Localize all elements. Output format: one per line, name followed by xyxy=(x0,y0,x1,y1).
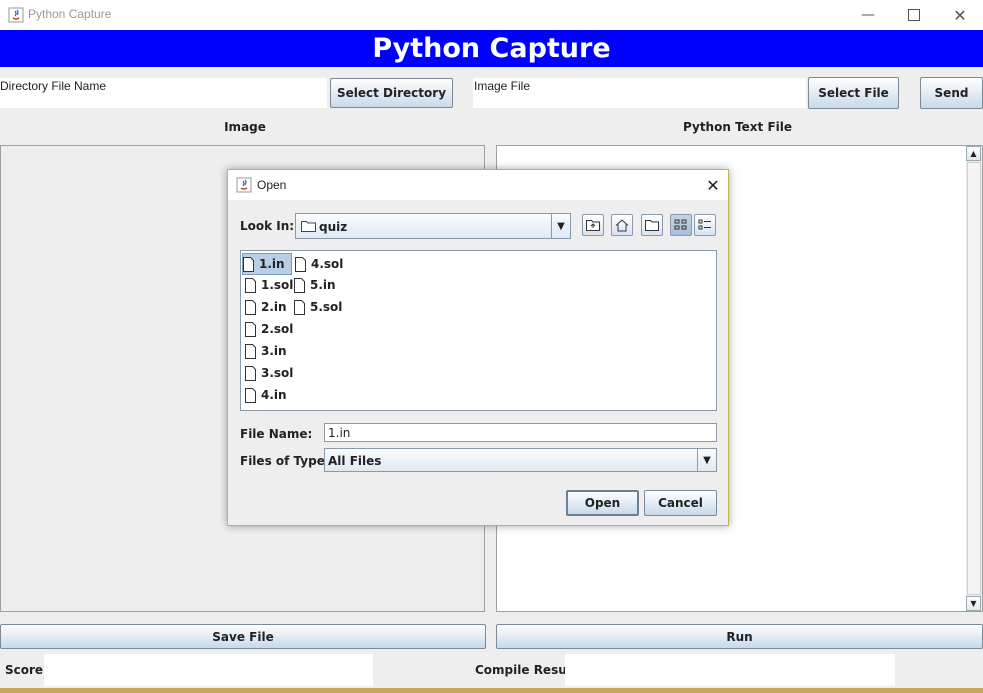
run-button[interactable]: Run xyxy=(496,624,983,649)
folder-icon xyxy=(301,221,316,232)
select-directory-button[interactable]: Select Directory xyxy=(330,78,453,108)
list-item[interactable]: 2.sol xyxy=(242,319,293,339)
file-list[interactable]: 1.in 1.sol 2.in 2.sol 3.in 3.sol 4.in 4.… xyxy=(240,250,717,411)
details-view-button[interactable] xyxy=(694,214,716,236)
file-icon xyxy=(245,343,256,359)
compile-result-label: Compile Result xyxy=(475,663,577,677)
score-label: Score xyxy=(5,663,44,677)
list-view-icon xyxy=(674,219,687,230)
banner-title: Python Capture xyxy=(0,30,983,67)
arrow-down-icon: ▼ xyxy=(970,599,977,608)
title-bar: Python Capture — ✕ xyxy=(0,0,983,30)
list-item[interactable]: 1.in xyxy=(242,253,292,275)
file-list-column-1: 1.in 1.sol 2.in 2.sol 3.in 3.sol 4.in xyxy=(242,253,293,405)
scroll-track[interactable] xyxy=(967,162,981,595)
home-icon xyxy=(615,218,629,231)
list-view-button[interactable] xyxy=(670,214,692,236)
cancel-button[interactable]: Cancel xyxy=(644,490,717,516)
file-icon xyxy=(294,299,305,315)
list-item[interactable]: 5.sol xyxy=(293,297,353,317)
list-item[interactable]: 3.sol xyxy=(242,363,293,383)
dialog-close-button[interactable]: ✕ xyxy=(702,174,724,196)
new-folder-icon xyxy=(645,220,659,231)
files-of-type-label: Files of Type: xyxy=(240,454,330,468)
scroll-up-button[interactable]: ▲ xyxy=(966,146,981,161)
select-file-button[interactable]: Select File xyxy=(808,77,899,109)
chevron-down-icon: ▼ xyxy=(703,454,711,466)
list-item[interactable]: 3.in xyxy=(242,341,292,361)
look-in-dropdown-button[interactable]: ▼ xyxy=(551,214,570,238)
file-name-input[interactable]: 1.in xyxy=(324,423,717,442)
open-button[interactable]: Open xyxy=(566,490,639,516)
minimize-button[interactable]: — xyxy=(845,0,891,30)
java-app-icon xyxy=(236,177,252,193)
file-name-value: 1.in xyxy=(328,426,351,440)
look-in-value: quiz xyxy=(319,220,348,234)
compile-result-field[interactable] xyxy=(565,654,895,686)
up-folder-icon xyxy=(586,220,600,231)
text-panel-label: Python Text File xyxy=(682,120,793,134)
file-icon xyxy=(245,387,256,403)
send-button[interactable]: Send xyxy=(920,77,983,109)
files-of-type-dropdown-button[interactable]: ▼ xyxy=(697,449,716,471)
files-of-type-combo[interactable]: All Files ▼ xyxy=(324,448,717,472)
file-icon xyxy=(295,256,306,272)
list-item[interactable]: 4.in xyxy=(242,385,292,405)
file-icon xyxy=(243,256,254,272)
list-item[interactable]: 4.sol xyxy=(293,253,353,275)
text-scrollbar[interactable]: ▲ ▼ xyxy=(966,146,982,611)
files-of-type-value: All Files xyxy=(328,454,382,468)
file-icon xyxy=(245,321,256,337)
list-item[interactable]: 2.in xyxy=(242,297,292,317)
up-folder-button[interactable] xyxy=(582,214,604,236)
scroll-down-button[interactable]: ▼ xyxy=(966,596,981,611)
file-list-column-2: 4.sol 5.in 5.sol xyxy=(293,253,353,317)
image-panel-label: Image xyxy=(224,120,266,134)
save-file-button[interactable]: Save File xyxy=(0,624,486,649)
close-icon: ✕ xyxy=(953,5,967,25)
maximize-icon xyxy=(908,9,920,21)
window-title: Python Capture xyxy=(28,7,112,21)
home-button[interactable] xyxy=(611,214,633,236)
close-button[interactable]: ✕ xyxy=(937,0,983,30)
taskbar-strip xyxy=(0,688,983,693)
image-file-field[interactable]: Image File xyxy=(473,78,806,108)
file-icon xyxy=(245,365,256,381)
minimize-icon: — xyxy=(861,7,875,23)
chevron-down-icon: ▼ xyxy=(557,220,565,232)
close-icon: ✕ xyxy=(706,175,720,195)
image-file-label: Image File xyxy=(474,79,531,93)
file-name-label: File Name: xyxy=(240,427,313,441)
open-dialog: Open ✕ Look In: quiz ▼ 1.in 1.sol 2.in 2… xyxy=(227,169,729,526)
look-in-label: Look In: xyxy=(240,219,295,233)
directory-field[interactable]: Directory File Name xyxy=(0,78,327,108)
score-field[interactable] xyxy=(44,654,373,686)
file-icon xyxy=(245,299,256,315)
file-icon xyxy=(294,277,305,293)
directory-label: Directory File Name xyxy=(0,79,107,93)
details-view-icon xyxy=(698,219,711,230)
list-item[interactable]: 5.in xyxy=(293,275,353,295)
file-icon xyxy=(245,277,256,293)
java-app-icon xyxy=(8,7,24,23)
arrow-up-icon: ▲ xyxy=(970,149,977,158)
look-in-combo[interactable]: quiz ▼ xyxy=(295,213,571,239)
new-folder-button[interactable] xyxy=(641,214,663,236)
list-item[interactable]: 1.sol xyxy=(242,275,293,295)
maximize-button[interactable] xyxy=(891,0,937,30)
dialog-title-bar: Open ✕ xyxy=(228,170,728,200)
dialog-title: Open xyxy=(257,178,287,192)
